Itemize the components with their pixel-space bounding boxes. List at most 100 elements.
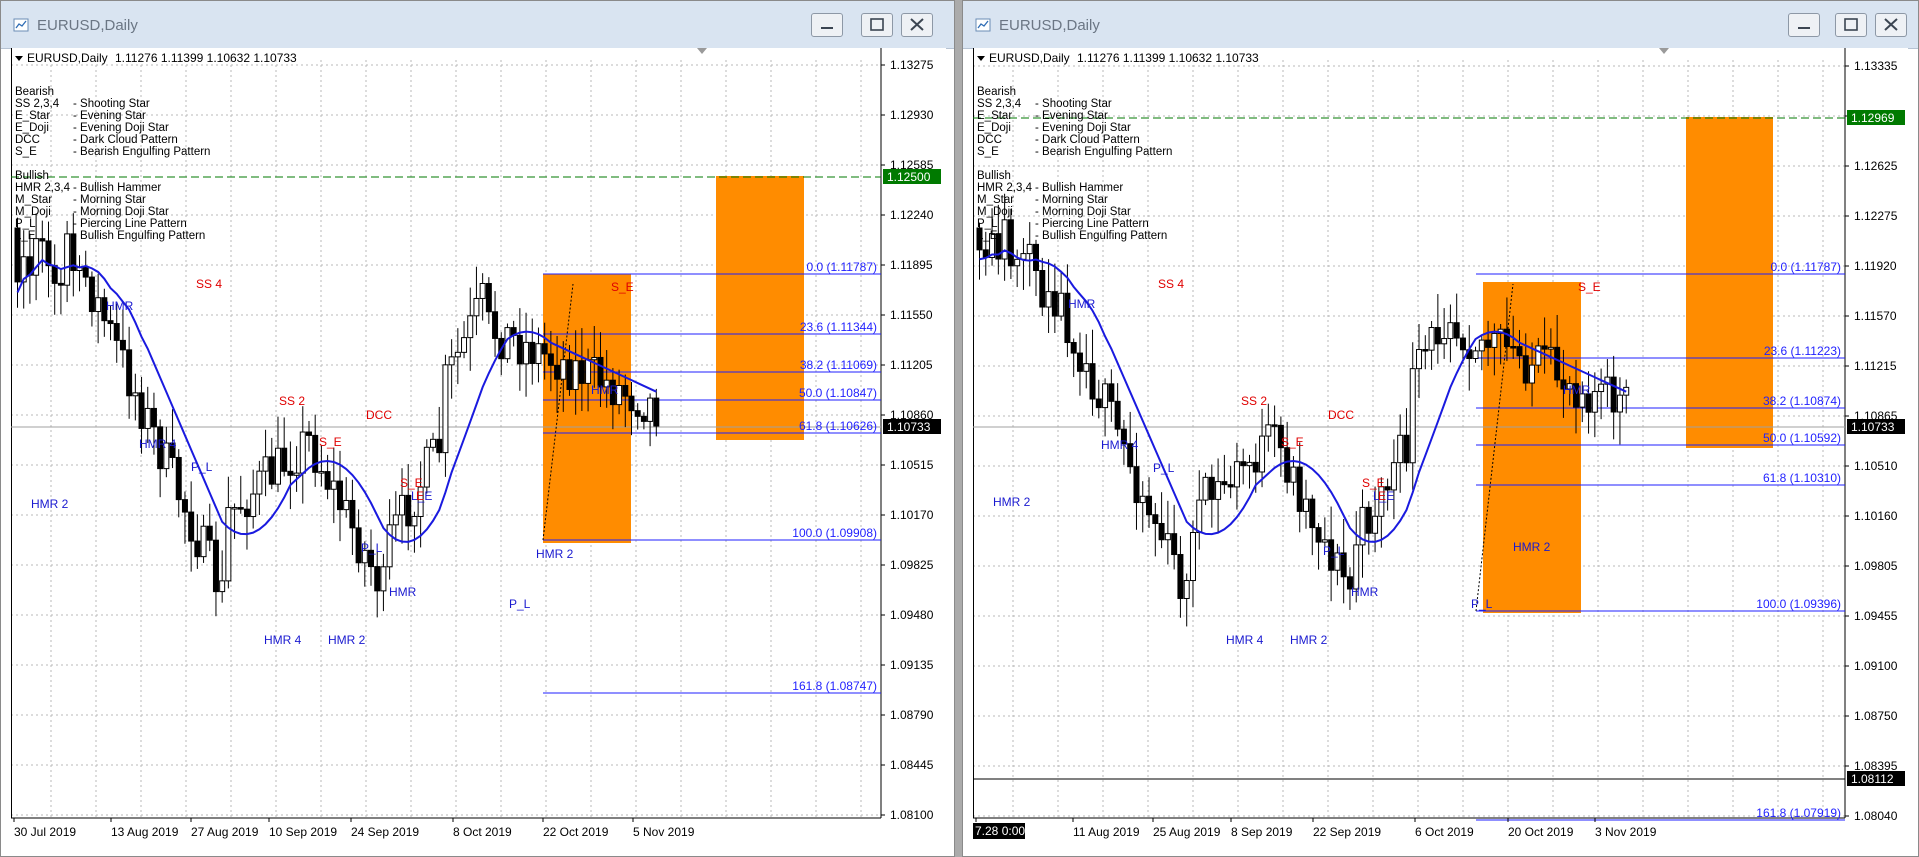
candle-body [1095,398,1102,409]
candle-body [1114,400,1121,430]
price-tick-label: 1.09455 [1854,609,1898,623]
pattern-label: E [1378,489,1386,503]
minimize-button[interactable] [811,13,843,37]
legend-code: E_Star [977,110,1012,122]
chart-window-left[interactable]: EURUSD,Daily 0.0 (1.11787) 23.6 (1.11344)… [0,0,955,857]
candle-body [1529,364,1536,384]
candle-body [262,456,269,472]
pattern-label: E [416,489,424,503]
time-tick-label: 25 Aug 2019 [1153,825,1221,839]
candle-body [1428,327,1435,351]
window-titlebar[interactable]: EURUSD,Daily [1,1,954,49]
legend-desc: - Bearish Engulfing Pattern [1035,146,1172,158]
legend-code: HMR 2,3,4 [977,182,1033,194]
pattern-label: HMR [1563,383,1591,397]
price-chart[interactable]: 0.0 (1.11787) 23.6 (1.11344) 38.2 (1.11069… [11,48,946,848]
legend-code: L_E [15,230,36,242]
legend-code: E_Star [15,110,50,122]
ohlc-values: 1.11276 1.11399 1.10632 1.10733 [1077,51,1259,65]
price-tick-label: 1.09805 [1854,559,1898,573]
candle-body [1397,434,1404,464]
price-tick-label: 1.12930 [890,108,934,122]
candle-body [399,494,406,516]
legend-desc: - Morning Doji Star [73,206,169,218]
legend-bearish-title: Bearish [15,86,54,98]
pattern-label: HMR 2 [1513,540,1551,554]
candle-body [591,356,598,361]
candle-body [1259,435,1266,473]
ohlc-values: 1.11276 1.11399 1.10632 1.10733 [115,51,297,65]
legend-desc: - Dark Cloud Pattern [1035,134,1140,146]
candle-body [1447,322,1454,340]
candle-body [392,514,399,526]
legend-desc: - Shooting Star [1035,98,1112,110]
maximize-button[interactable] [1835,13,1867,37]
time-tick-label: 24 Sep 2019 [351,825,419,839]
maximize-button[interactable] [861,13,893,37]
candle-body [1183,580,1190,599]
candle-body [622,385,629,397]
candle-body [337,480,343,511]
candle-body [324,471,331,490]
candle-body [423,446,430,488]
chart-symbol: EURUSD,Daily [27,51,108,65]
candle-body [442,364,449,454]
pattern-label: P_L [509,597,531,611]
candle-body [1252,461,1259,473]
fib-level-label: 100.0 (1.09396) [1756,597,1841,611]
candle-body [1554,346,1561,381]
candle-body [243,508,250,518]
window-titlebar[interactable]: EURUSD,Daily [963,1,1918,49]
pattern-label: P_L [191,460,213,474]
candle-body [1610,376,1617,413]
candle-body [88,276,95,313]
pattern-label: HMR 2 [31,497,69,511]
candle-body [1510,346,1517,349]
candle-body [1033,243,1040,272]
pattern-label: HMR 4 [139,437,177,451]
candle-body [1296,466,1303,512]
candle-body [634,410,641,417]
window-title: EURUSD,Daily [37,17,138,34]
candle-body [51,265,58,284]
legend-bearish-title: Bearish [977,86,1016,98]
candle-body [541,343,548,355]
fib-level-label: 50.0 (1.10592) [1763,431,1841,445]
candle-body [343,499,350,511]
price-tick-label: 1.09480 [890,608,934,622]
candle-body [200,525,207,558]
close-button[interactable] [1875,13,1907,37]
candle-body [212,539,219,593]
candle-body [1390,462,1397,491]
legend-code: S_E [15,146,37,158]
candle-body [250,493,257,518]
price-chart[interactable]: 0.0 (1.11787) 23.6 (1.11223) 38.2 (1.10874… [973,48,1908,848]
candle-body [318,471,325,474]
chart-window-right[interactable]: EURUSD,Daily 0.0 (1.11787) 23.6 (1.11223)… [962,0,1919,857]
legend-code: DCC [977,134,1002,146]
candle-body [628,395,635,412]
candle-body [516,334,523,365]
price-tick-label: 1.11895 [890,258,933,272]
extra-price-badge: 1.08112 [1851,772,1894,786]
time-tick-label: 8 Sep 2019 [1231,825,1293,839]
legend-code: M_Star [977,194,1014,206]
legend-code: M_Star [15,194,52,206]
pattern-label: S_E [1362,476,1385,490]
candle-body [485,282,492,313]
candle-body [1321,539,1328,543]
candle-body [430,438,437,448]
candle-body [448,356,455,366]
time-tick-label: 22 Oct 2019 [543,825,609,839]
price-tick-label: 1.10510 [1854,459,1898,473]
legend-desc: - Bearish Engulfing Pattern [73,146,210,158]
chart-window-icon [975,18,991,32]
candle-body [1152,514,1159,524]
candle-body [1202,476,1209,501]
candle-body [206,525,213,541]
pattern-label: DCC [1328,408,1354,422]
minimize-button[interactable] [1788,13,1820,37]
fib-level-label: 0.0 (1.11787) [1771,260,1842,274]
close-button[interactable] [901,13,933,37]
pattern-label: HMR 2 [993,495,1031,509]
